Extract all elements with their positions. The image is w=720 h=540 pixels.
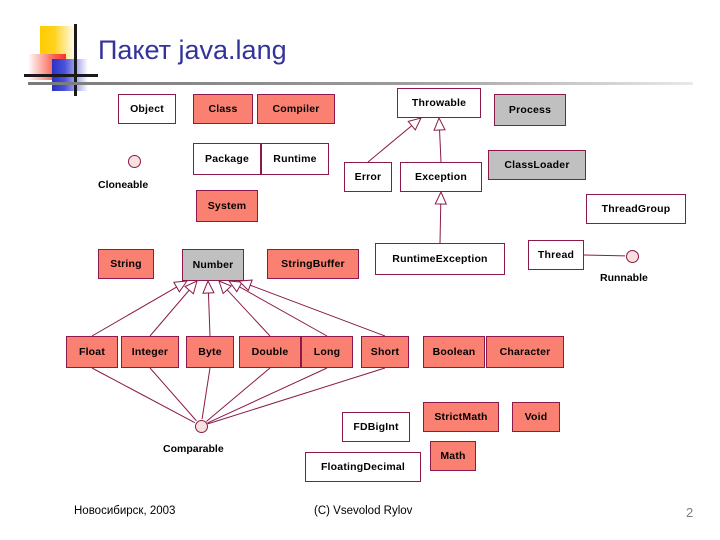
uml-class-compiler: Compiler bbox=[257, 94, 335, 124]
uml-class-floatingdecimal: FloatingDecimal bbox=[305, 452, 421, 482]
uml-class-diagram: Object Class Compiler Throwable Process Packa… bbox=[0, 0, 720, 540]
uml-class-threadgroup: ThreadGroup bbox=[586, 194, 686, 224]
diagram-edge bbox=[226, 289, 271, 337]
uml-class-long: Long bbox=[301, 336, 353, 368]
uml-class-label: ClassLoader bbox=[504, 159, 570, 171]
uml-class-label: Package bbox=[204, 153, 249, 165]
generalization-arrowhead bbox=[227, 280, 243, 293]
uml-class-label: Short bbox=[370, 346, 400, 358]
diagram-edge bbox=[583, 254, 626, 257]
footer-page-number: 2 bbox=[686, 505, 694, 520]
generalization-arrowhead bbox=[173, 280, 189, 293]
uml-class-label: Long bbox=[313, 346, 341, 358]
diagram-edge bbox=[439, 129, 442, 163]
uml-class-label: Throwable bbox=[411, 97, 467, 109]
uml-class-label: ThreadGroup bbox=[601, 203, 671, 215]
uml-class-double: Double bbox=[239, 336, 301, 368]
diagram-edge bbox=[207, 367, 328, 424]
uml-class-integer: Integer bbox=[121, 336, 179, 368]
diagram-edge bbox=[367, 125, 413, 163]
footer-copyright: (C) Vsevolod Rylov bbox=[314, 505, 413, 517]
uml-class-label: FloatingDecimal bbox=[320, 461, 406, 473]
uml-class-character: Character bbox=[486, 336, 564, 368]
uml-class-label: Process bbox=[508, 104, 552, 116]
uml-class-label: Runtime bbox=[273, 153, 317, 165]
generalization-arrowhead bbox=[202, 279, 215, 294]
generalization-arrowhead bbox=[237, 279, 253, 292]
uml-class-object: Object bbox=[118, 94, 176, 124]
uml-interface-cloneable bbox=[127, 154, 141, 168]
uml-interface-runnable bbox=[625, 249, 639, 263]
diagram-edge bbox=[239, 286, 328, 337]
uml-class-label: Math bbox=[440, 450, 466, 462]
uml-class-label: Thread bbox=[537, 249, 575, 261]
generalization-arrowhead bbox=[433, 116, 446, 131]
uml-interface-comparable bbox=[194, 419, 208, 433]
uml-class-label: Error bbox=[354, 171, 382, 183]
uml-class-process: Process bbox=[494, 94, 566, 126]
footer-place-year: Новосибирск, 2003 bbox=[74, 505, 176, 517]
generalization-arrowhead bbox=[407, 117, 422, 131]
uml-interface-label-comparable: Comparable bbox=[163, 443, 224, 455]
uml-class-label: Exception bbox=[415, 171, 467, 183]
uml-class-label: Object bbox=[130, 103, 164, 115]
uml-class-label: Character bbox=[499, 346, 551, 358]
uml-interface-label-runnable: Runnable bbox=[600, 272, 648, 284]
uml-class-package: Package bbox=[193, 143, 261, 175]
uml-class-error: Error bbox=[344, 162, 392, 192]
generalization-arrowhead bbox=[434, 190, 448, 205]
slide-footer: Новосибирск, 2003 (C) Vsevolod Rylov 2 bbox=[0, 505, 720, 540]
uml-class-label: FDBigInt bbox=[353, 421, 399, 433]
uml-class-label: System bbox=[207, 200, 247, 212]
uml-class-math: Math bbox=[430, 441, 476, 471]
diagram-edge bbox=[201, 367, 211, 420]
uml-class-system: System bbox=[196, 190, 258, 222]
diagram-edge bbox=[149, 367, 197, 422]
uml-class-label: Compiler bbox=[272, 103, 320, 115]
uml-class-label: Byte bbox=[198, 346, 222, 358]
uml-class-label: Void bbox=[524, 411, 548, 423]
uml-class-short: Short bbox=[361, 336, 409, 368]
uml-class-runtimeexception: RuntimeException bbox=[375, 243, 505, 275]
diagram-edge bbox=[149, 289, 190, 337]
uml-class-label: Boolean bbox=[432, 346, 476, 358]
uml-class-label: RuntimeException bbox=[392, 253, 488, 265]
uml-class-label: Class bbox=[208, 103, 238, 115]
diagram-edge bbox=[207, 292, 211, 337]
diagram-edge bbox=[250, 284, 386, 337]
uml-class-classloader: ClassLoader bbox=[488, 150, 586, 180]
uml-class-exception: Exception bbox=[400, 162, 482, 192]
uml-class-fdbigint: FDBigInt bbox=[342, 412, 410, 442]
uml-class-label: String bbox=[110, 258, 142, 270]
diagram-edge bbox=[91, 367, 196, 424]
uml-class-strictmath: StrictMath bbox=[423, 402, 499, 432]
uml-class-label: StrictMath bbox=[434, 411, 488, 423]
uml-class-string: String bbox=[98, 249, 154, 279]
uml-class-void: Void bbox=[512, 402, 560, 432]
uml-class-stringbuffer: StringBuffer bbox=[267, 249, 359, 279]
uml-interface-label-cloneable: Cloneable bbox=[98, 179, 149, 191]
diagram-edge bbox=[206, 367, 271, 422]
uml-class-boolean: Boolean bbox=[423, 336, 485, 368]
uml-class-thread: Thread bbox=[528, 240, 584, 270]
diagram-edge bbox=[91, 286, 177, 337]
diagram-edge bbox=[439, 203, 442, 244]
uml-class-float: Float bbox=[66, 336, 118, 368]
uml-class-label: Number bbox=[192, 259, 234, 271]
generalization-arrowhead bbox=[184, 280, 198, 295]
uml-class-label: Integer bbox=[131, 346, 169, 358]
uml-class-runtime: Runtime bbox=[261, 143, 329, 175]
uml-class-throwable: Throwable bbox=[397, 88, 481, 118]
uml-class-label: StringBuffer bbox=[281, 258, 345, 270]
generalization-arrowhead bbox=[218, 280, 233, 295]
uml-class-label: Double bbox=[251, 346, 289, 358]
uml-class-number: Number bbox=[182, 249, 244, 281]
uml-class-label: Float bbox=[78, 346, 106, 358]
uml-class-class: Class bbox=[193, 94, 253, 124]
uml-class-byte: Byte bbox=[186, 336, 234, 368]
